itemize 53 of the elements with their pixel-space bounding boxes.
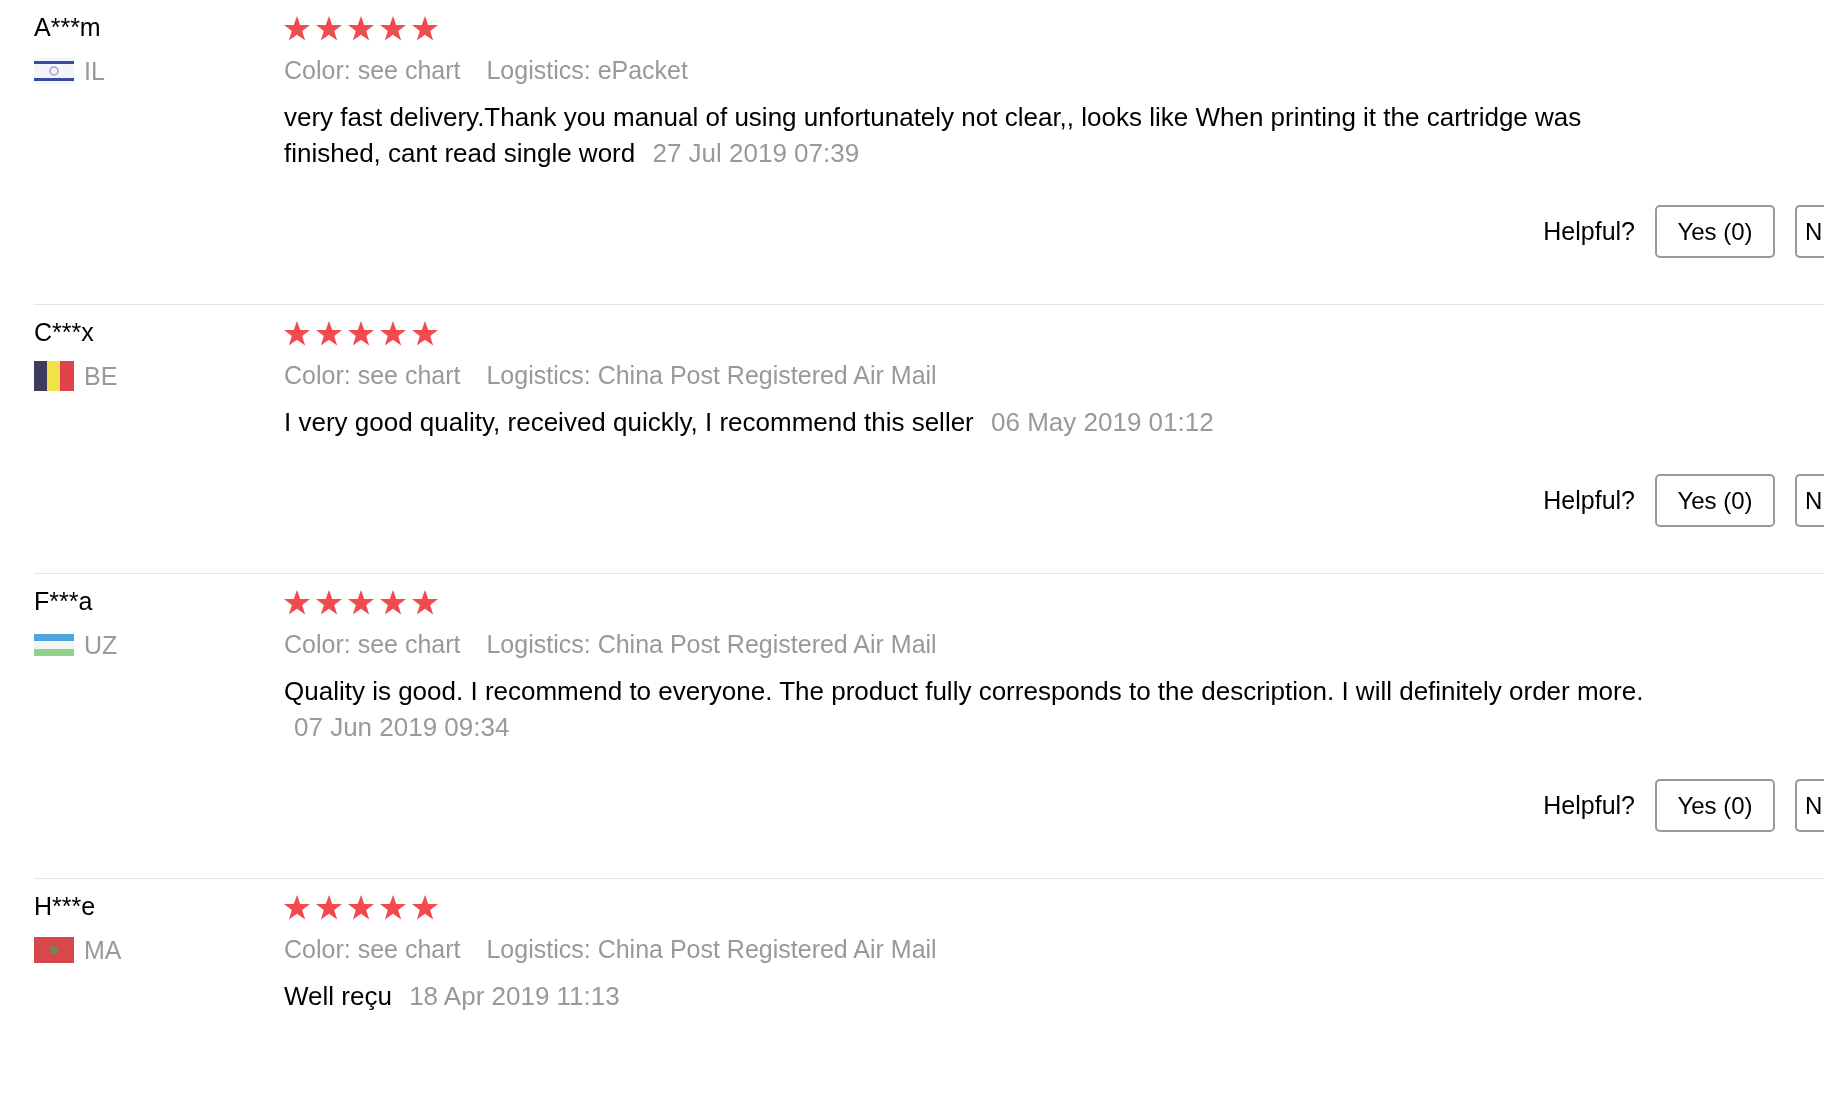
helpful-label: Helpful? (1543, 215, 1635, 247)
star-icon (412, 16, 438, 41)
star-icon (284, 16, 310, 41)
star-icon (380, 16, 406, 41)
star-icon (284, 590, 310, 615)
flag-icon (34, 937, 74, 963)
star-icon (380, 321, 406, 346)
star-icon (412, 590, 438, 615)
star-icon (348, 16, 374, 41)
helpful-label: Helpful? (1543, 789, 1635, 821)
star-icon (316, 590, 342, 615)
country-code: BE (84, 361, 118, 391)
star-icon (380, 895, 406, 920)
star-icon (348, 590, 374, 615)
reviewer-name: A***m (34, 12, 101, 42)
logistics-info: Logistics: China Post Registered Air Mail (486, 360, 937, 390)
star-icon (412, 895, 438, 920)
star-icon (412, 321, 438, 346)
helpful-label: Helpful? (1543, 484, 1635, 516)
logistics-info: Logistics: China Post Registered Air Mail (486, 934, 937, 964)
flag-icon (34, 634, 74, 656)
logistics-info: Logistics: ePacket (486, 55, 688, 85)
review-text: Quality is good. I recommend to everyone. The product fully corresponds to the description. I will definitely order more. 07 Jun 2019 09:34 (284, 675, 1645, 744)
flag-icon (34, 361, 74, 391)
reviewer-name: C***x (34, 317, 94, 347)
color-info: Color: see chart (284, 55, 461, 85)
yes-button[interactable]: Yes (0) (1655, 205, 1775, 258)
review-text: very fast delivery.Thank you manual of using unfortunately not clear,, looks like When printing it the cartridge was finished, cant read single word 27 Jul 2019 07:39 (284, 101, 1583, 170)
color-info: Color: see chart (284, 360, 461, 390)
review-text: Well reçu 18 Apr 2019 11:13 (284, 980, 621, 1013)
color-info: Color: see chart (284, 934, 461, 964)
star-icon (316, 895, 342, 920)
star-icon (348, 321, 374, 346)
reviewer-name: H***e (34, 891, 96, 921)
country-code: MA (84, 935, 122, 965)
flag-icon (34, 58, 74, 84)
review-text: I very good quality, received quickly, I recommend this seller 06 May 2019 01:12 (284, 406, 1215, 439)
star-icon (316, 16, 342, 41)
star-icon (284, 895, 310, 920)
star-icon (380, 590, 406, 615)
no-button[interactable]: N (1795, 205, 1824, 258)
no-button[interactable]: N (1795, 779, 1824, 832)
star-icon (316, 321, 342, 346)
country-code: UZ (84, 630, 118, 660)
logistics-info: Logistics: China Post Registered Air Mail (486, 629, 937, 659)
yes-button[interactable]: Yes (0) (1655, 779, 1775, 832)
no-button[interactable]: N (1795, 474, 1824, 527)
reviewer-name: F***a (34, 586, 93, 616)
color-info: Color: see chart (284, 629, 461, 659)
country-code: IL (84, 56, 105, 86)
star-icon (348, 895, 374, 920)
star-icon (284, 321, 310, 346)
yes-button[interactable]: Yes (0) (1655, 474, 1775, 527)
